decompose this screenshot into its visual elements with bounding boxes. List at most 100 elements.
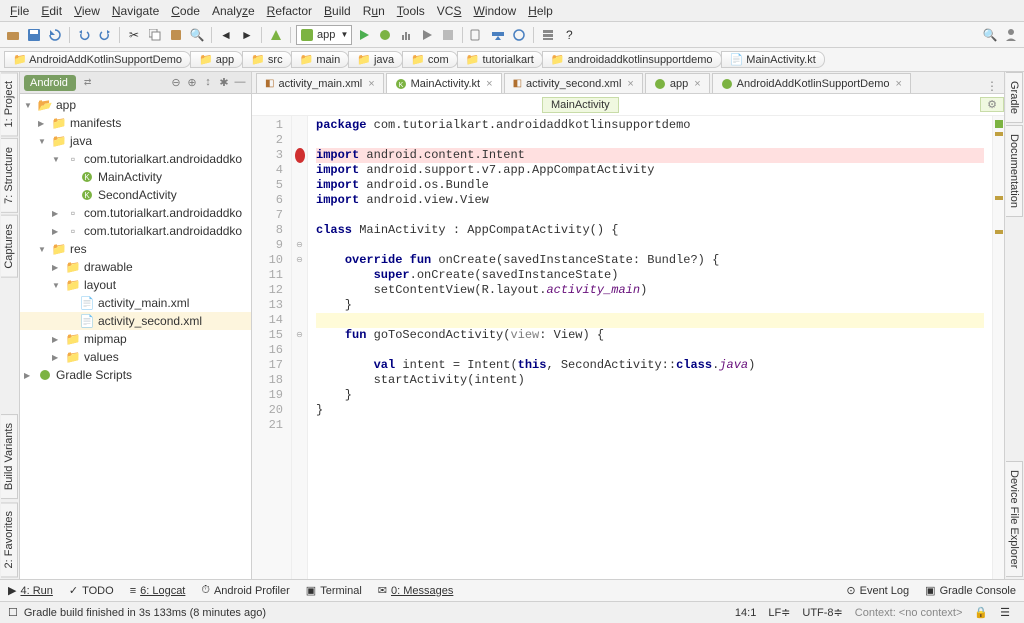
open-icon[interactable] <box>4 26 22 44</box>
tree-node[interactable]: ▼📁layout <box>20 276 251 294</box>
menu-edit[interactable]: Edit <box>35 2 68 20</box>
menu-vcs[interactable]: VCS <box>431 2 468 20</box>
file-encoding[interactable]: UTF-8≑ <box>796 606 848 619</box>
make-icon[interactable] <box>267 26 285 44</box>
paste-icon[interactable] <box>167 26 185 44</box>
menu-view[interactable]: View <box>68 2 106 20</box>
undo-icon[interactable] <box>75 26 93 44</box>
editor-settings-icon[interactable]: ⚙ <box>980 97 1004 112</box>
tree-node[interactable]: ▶▫com.tutorialkart.androidaddko <box>20 204 251 222</box>
target-icon[interactable]: ⊕ <box>185 76 199 89</box>
chevron-icon[interactable]: ⇄ <box>84 77 92 88</box>
tree-node[interactable]: KSecondActivity <box>20 186 251 204</box>
tool-docs[interactable]: Documentation <box>1006 125 1023 217</box>
menu-refactor[interactable]: Refactor <box>261 2 318 20</box>
menu-build[interactable]: Build <box>318 2 357 20</box>
back-icon[interactable]: ◄ <box>217 26 235 44</box>
editor-tab[interactable]: KMainActivity.kt× <box>386 73 502 93</box>
avd-icon[interactable] <box>468 26 486 44</box>
tool-messages[interactable]: ✉ 0: Messages <box>378 584 454 597</box>
bc-module[interactable]: 📁 app <box>190 51 243 68</box>
sort-icon[interactable]: ↕ <box>201 76 215 89</box>
tree-node[interactable]: ▶▫com.tutorialkart.androidaddko <box>20 222 251 240</box>
tree-node[interactable]: ▼▫com.tutorialkart.androidaddko <box>20 150 251 168</box>
tool-build-variants[interactable]: Build Variants <box>1 414 18 499</box>
bc-file[interactable]: 📄 MainActivity.kt <box>721 51 825 68</box>
tool-device-explorer[interactable]: Device File Explorer <box>1006 461 1023 577</box>
run-config-select[interactable]: app ▼ <box>296 25 352 45</box>
close-tab-icon[interactable]: × <box>368 78 374 90</box>
bc-pkg[interactable]: 📁 androidaddkotlinsupportdemo <box>542 51 722 68</box>
tree-node[interactable]: KMainActivity <box>20 168 251 186</box>
run-icon[interactable] <box>355 26 373 44</box>
lock-icon[interactable]: 🔒 <box>968 606 994 619</box>
forward-icon[interactable]: ► <box>238 26 256 44</box>
tree-node[interactable]: ▼📁res <box>20 240 251 258</box>
tree-node[interactable]: ▶📁values <box>20 348 251 366</box>
tree-node[interactable]: ▶📁manifests <box>20 114 251 132</box>
tool-gradle[interactable]: Gradle <box>1006 72 1023 123</box>
copy-icon[interactable] <box>146 26 164 44</box>
editor-tab[interactable]: ◧activity_main.xml× <box>256 73 384 93</box>
cursor-position[interactable]: 14:1 <box>729 607 762 619</box>
settings-icon[interactable]: ✱ <box>217 76 231 89</box>
line-ending[interactable]: LF≑ <box>762 606 796 619</box>
menu-tools[interactable]: Tools <box>391 2 431 20</box>
sync-icon[interactable] <box>46 26 64 44</box>
person-icon[interactable] <box>1002 26 1020 44</box>
project-tree[interactable]: ▼📂app▶📁manifests▼📁java▼▫com.tutorialkart… <box>20 94 251 579</box>
tool-favorites[interactable]: 2: Favorites <box>1 502 18 577</box>
debug-icon[interactable] <box>376 26 394 44</box>
tool-logcat[interactable]: ≡ 6: Logcat <box>130 585 186 597</box>
breakpoint-icon[interactable] <box>295 148 305 163</box>
hide-icon[interactable]: ― <box>233 76 247 89</box>
bc-com[interactable]: 📁 com <box>402 51 458 68</box>
close-tab-icon[interactable]: × <box>486 78 492 90</box>
save-icon[interactable] <box>25 26 43 44</box>
tool-gradle-console[interactable]: ▣ Gradle Console <box>925 584 1016 597</box>
tool-project[interactable]: 1: Project <box>1 72 18 136</box>
tree-node[interactable]: 📄activity_second.xml <box>20 312 251 330</box>
tool-run[interactable]: ▶ 4: Run <box>8 584 53 597</box>
tool-terminal[interactable]: ▣ Terminal <box>306 584 362 597</box>
profile-icon[interactable] <box>397 26 415 44</box>
tree-node[interactable]: ▶Gradle Scripts <box>20 366 251 384</box>
editor-tab[interactable]: AndroidAddKotlinSupportDemo× <box>712 73 911 93</box>
tool-event-log[interactable]: ⊙ Event Log <box>846 584 909 597</box>
menu-run[interactable]: Run <box>357 2 391 20</box>
tree-node[interactable]: ▼📁java <box>20 132 251 150</box>
memory-icon[interactable]: ☰ <box>994 606 1016 619</box>
close-tab-icon[interactable]: × <box>627 78 633 90</box>
menu-analyze[interactable]: Analyze <box>206 2 261 20</box>
close-tab-icon[interactable]: × <box>694 78 700 90</box>
error-stripe[interactable] <box>992 116 1004 579</box>
cut-icon[interactable]: ✂ <box>125 26 143 44</box>
structure-icon[interactable] <box>539 26 557 44</box>
sdk-icon[interactable] <box>489 26 507 44</box>
tool-captures[interactable]: Captures <box>1 215 18 278</box>
context[interactable]: Context: <no context> <box>849 607 969 619</box>
tool-structure[interactable]: 7: Structure <box>1 138 18 213</box>
sync-gradle-icon[interactable] <box>510 26 528 44</box>
search-icon[interactable]: 🔍 <box>981 26 999 44</box>
code-content[interactable]: package com.tutorialkart.androidaddkotli… <box>308 116 992 579</box>
class-nav-item[interactable]: MainActivity <box>542 97 619 113</box>
tree-node[interactable]: ▼📂app <box>20 96 251 114</box>
bc-java[interactable]: 📁 java <box>348 51 403 68</box>
menu-file[interactable]: File <box>4 2 35 20</box>
menu-code[interactable]: Code <box>165 2 206 20</box>
collapse-icon[interactable]: ⊖ <box>169 76 183 89</box>
editor-tab[interactable]: app× <box>645 73 710 93</box>
tool-window-icon[interactable]: ☐ <box>8 606 18 619</box>
bc-main[interactable]: 📁 main <box>291 51 350 68</box>
bc-src[interactable]: 📁 src <box>242 51 291 68</box>
help-icon[interactable]: ? <box>560 26 578 44</box>
tree-node[interactable]: ▶📁drawable <box>20 258 251 276</box>
code-editor[interactable]: 123456789101112131415161718192021 ⊖⊖⊖ pa… <box>252 116 1004 579</box>
close-tab-icon[interactable]: × <box>896 78 902 90</box>
tree-node[interactable]: 📄activity_main.xml <box>20 294 251 312</box>
editor-tab[interactable]: ◧activity_second.xml× <box>504 73 643 93</box>
find-icon[interactable]: 🔍 <box>188 26 206 44</box>
attach-icon[interactable] <box>418 26 436 44</box>
menu-help[interactable]: Help <box>522 2 559 20</box>
